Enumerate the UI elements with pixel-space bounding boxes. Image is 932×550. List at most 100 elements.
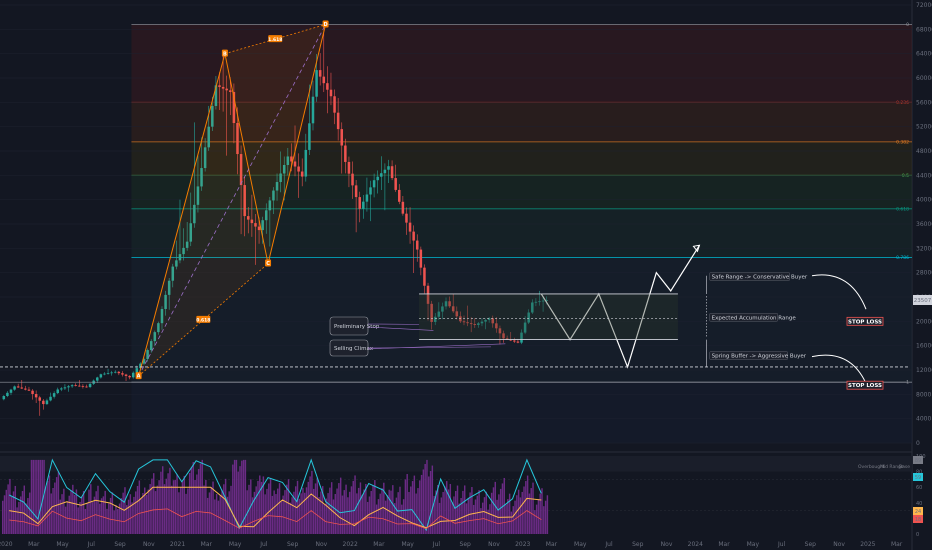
volume-bar — [273, 490, 275, 534]
price-tick: 20000 — [916, 318, 932, 325]
volume-bar — [498, 494, 500, 534]
candle-body — [113, 371, 117, 373]
price-tick: 32000 — [916, 245, 932, 252]
volume-bar — [19, 496, 22, 534]
pattern-point-label: C — [266, 261, 270, 267]
volume-bar — [257, 480, 259, 534]
candle-body — [52, 393, 56, 397]
pattern-point-label: D — [323, 22, 327, 28]
indicator-legend-base: Base — [899, 464, 910, 470]
volume-bar — [332, 499, 335, 534]
volume-bar — [205, 479, 207, 534]
pattern-ratio-text: 1.618 — [268, 37, 282, 43]
time-tick: May — [574, 541, 587, 548]
volume-bar — [463, 485, 466, 534]
selling-climax-label: Selling Climax — [334, 346, 374, 352]
time-tick: Nov — [488, 541, 500, 548]
volume-bar — [426, 459, 428, 534]
candle-body — [415, 240, 419, 250]
volume-bar — [420, 474, 423, 534]
volume-bar — [339, 477, 342, 534]
volume-bar — [535, 504, 538, 534]
pattern-ratio-text: 0.618 — [196, 318, 210, 324]
price-tick: 48000 — [916, 148, 932, 155]
volume-bar — [129, 494, 132, 534]
time-tick: Sep — [632, 541, 644, 548]
volume-bar — [521, 491, 523, 534]
volume-bar — [183, 475, 185, 534]
candle-body — [362, 201, 365, 209]
time-tick: 2024 — [688, 541, 703, 548]
volume-bar — [185, 493, 187, 534]
volume-bar — [384, 500, 387, 534]
time-tick: May — [401, 541, 414, 548]
volume-bar — [187, 488, 189, 534]
volume-bar — [381, 488, 383, 534]
volume-bar — [138, 480, 141, 534]
candle-body — [380, 173, 383, 177]
volume-bar — [286, 484, 288, 534]
price-tick: 52000 — [916, 124, 932, 131]
candle-body — [42, 400, 45, 405]
candle-body — [45, 400, 49, 405]
candle-body — [376, 176, 379, 181]
candle-body — [308, 123, 311, 150]
indicator-tick: 0 — [916, 532, 919, 538]
volume-bar — [455, 490, 457, 534]
trading-chart[interactable]: 0 0.236 0.382 0.5 0.618 0.786 1 A B C D 1.618 0.618… — [0, 0, 932, 550]
candle-body — [354, 185, 358, 198]
candle-body — [293, 161, 297, 167]
spring-buffer-label: Spring Buffer -> Aggressive Buyer — [712, 354, 807, 360]
volume-bar — [530, 488, 532, 534]
time-tick: 2022 — [343, 541, 358, 548]
volume-bar — [543, 506, 545, 534]
volume-bar — [197, 469, 200, 534]
time-tick: Mar — [28, 541, 40, 548]
candle-body — [121, 373, 124, 375]
candle-body — [412, 231, 415, 241]
volume-bar — [201, 459, 203, 534]
time-tick: 2023 — [515, 541, 530, 548]
volume-bar — [282, 495, 284, 534]
volume-bar — [50, 493, 52, 534]
time-tick: 2020 — [0, 541, 13, 548]
candle-body — [49, 396, 52, 401]
volume-bar — [456, 485, 459, 534]
volume-bar — [449, 483, 452, 534]
candle-body — [423, 267, 426, 286]
price-tick: 16000 — [916, 343, 932, 350]
volume-bar — [379, 493, 381, 534]
volume-bar — [91, 502, 94, 534]
candle-body — [60, 388, 63, 390]
volume-bar — [264, 494, 266, 534]
volume-bar — [14, 485, 17, 534]
time-tick: Nov — [833, 541, 845, 548]
volume-bar — [111, 492, 114, 534]
volume-bar — [411, 481, 414, 534]
volume-bar — [18, 501, 20, 534]
volume-bar — [233, 459, 236, 534]
volume-bar — [494, 481, 496, 534]
volume-bar — [192, 462, 194, 534]
volume-bar — [401, 504, 403, 534]
candle-body — [85, 386, 88, 388]
candle-body — [516, 341, 520, 343]
volume-bar — [25, 503, 27, 534]
volume-bar — [453, 496, 455, 534]
candle-body — [419, 249, 423, 268]
volume-bar — [232, 464, 234, 534]
volume-bar — [179, 486, 182, 534]
indicator-value-text: 18 — [915, 517, 921, 523]
volume-bar — [318, 496, 320, 534]
indicator-tick: 60 — [916, 485, 922, 491]
volume-bar — [174, 479, 177, 534]
volume-bar — [5, 489, 8, 534]
time-tick: Mar — [546, 541, 558, 548]
volume-bar — [122, 492, 124, 534]
candle-body — [394, 178, 397, 190]
time-tick: 2025 — [860, 541, 875, 548]
volume-bar — [160, 471, 162, 534]
safe-range-label: Safe Range -> Conservative Buyer — [712, 275, 808, 281]
volume-bar — [523, 486, 525, 534]
volume-bar — [10, 496, 13, 534]
